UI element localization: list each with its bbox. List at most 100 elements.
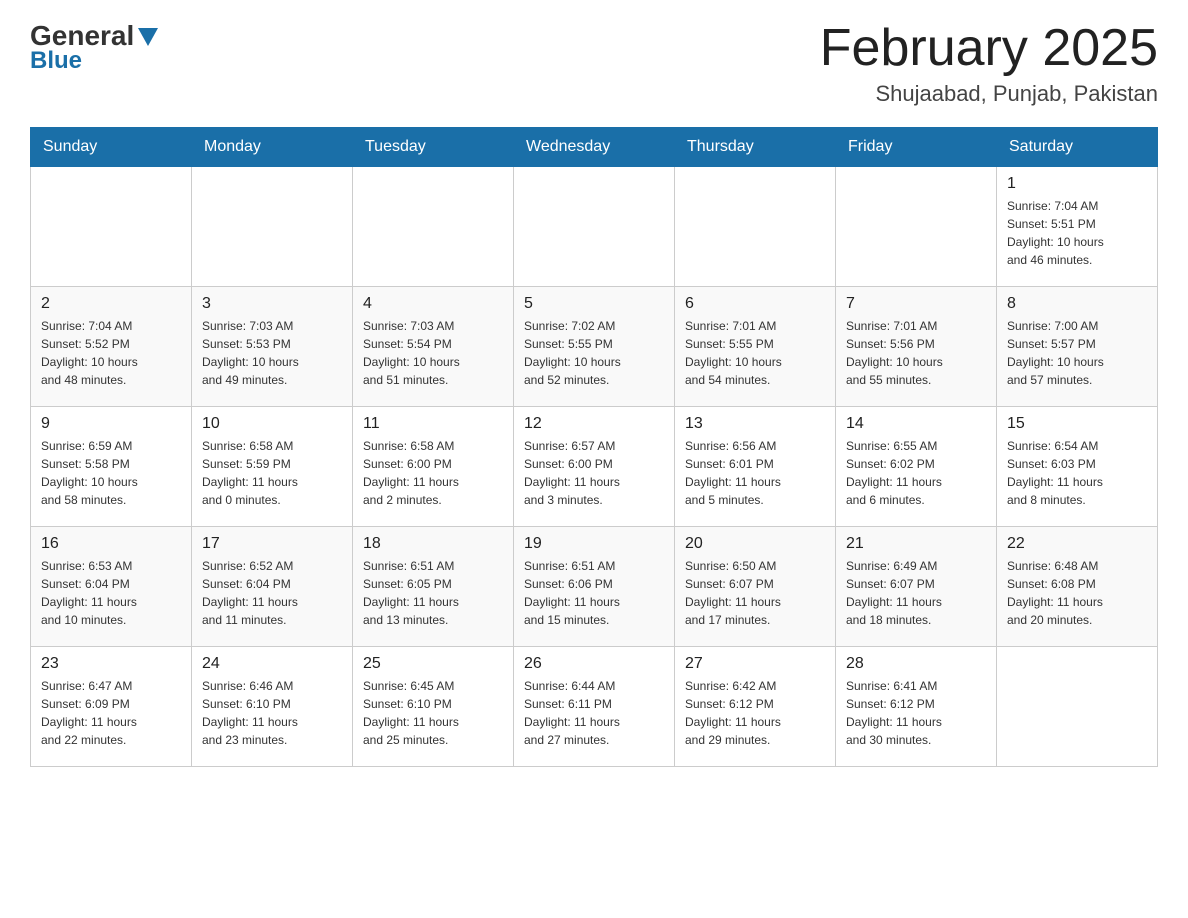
day-number: 3	[202, 295, 342, 313]
day-info: Sunrise: 6:58 AMSunset: 6:00 PMDaylight:…	[363, 437, 503, 509]
day-number: 6	[685, 295, 825, 313]
calendar-cell: 6 Sunrise: 7:01 AMSunset: 5:55 PMDaylight…	[675, 287, 836, 407]
calendar-cell: 20 Sunrise: 6:50 AMSunset: 6:07 PMDayligh…	[675, 527, 836, 647]
day-number: 13	[685, 415, 825, 433]
calendar-cell	[353, 167, 514, 287]
day-number: 24	[202, 655, 342, 673]
day-number: 7	[846, 295, 986, 313]
day-number: 17	[202, 535, 342, 553]
calendar-cell: 13 Sunrise: 6:56 AMSunset: 6:01 PMDayligh…	[675, 407, 836, 527]
logo: General Blue	[30, 20, 158, 75]
calendar-cell: 14 Sunrise: 6:55 AMSunset: 6:02 PMDayligh…	[836, 407, 997, 527]
calendar-cell: 9Sunrise: 6:59 AMSunset: 5:58 PMDaylight…	[31, 407, 192, 527]
calendar-cell: 21 Sunrise: 6:49 AMSunset: 6:07 PMDayligh…	[836, 527, 997, 647]
day-info: Sunrise: 6:55 AMSunset: 6:02 PMDaylight:…	[846, 437, 986, 509]
day-number: 10	[202, 415, 342, 433]
day-info: Sunrise: 6:56 AMSunset: 6:01 PMDaylight:…	[685, 437, 825, 509]
day-info: Sunrise: 6:42 AMSunset: 6:12 PMDaylight:…	[685, 677, 825, 749]
calendar-cell: 22Sunrise: 6:48 AMSunset: 6:08 PMDayligh…	[997, 527, 1158, 647]
logo-arrow-icon	[138, 28, 158, 46]
calendar-cell: 2 Sunrise: 7:04 AMSunset: 5:52 PMDaylight…	[31, 287, 192, 407]
calendar-cell: 7Sunrise: 7:01 AMSunset: 5:56 PMDaylight…	[836, 287, 997, 407]
day-number: 26	[524, 655, 664, 673]
day-info: Sunrise: 7:03 AMSunset: 5:53 PMDaylight:…	[202, 317, 342, 389]
day-number: 22	[1007, 535, 1147, 553]
day-info: Sunrise: 6:51 AMSunset: 6:05 PMDaylight:…	[363, 557, 503, 629]
calendar-cell: 19 Sunrise: 6:51 AMSunset: 6:06 PMDayligh…	[514, 527, 675, 647]
calendar-table: SundayMondayTuesdayWednesdayThursdayFrid…	[30, 127, 1158, 767]
weekday-header-friday: Friday	[836, 128, 997, 167]
calendar-week-row: 23Sunrise: 6:47 AMSunset: 6:09 PMDayligh…	[31, 647, 1158, 767]
calendar-cell: 26 Sunrise: 6:44 AMSunset: 6:11 PMDayligh…	[514, 647, 675, 767]
day-info: Sunrise: 7:03 AMSunset: 5:54 PMDaylight:…	[363, 317, 503, 389]
day-number: 16	[41, 535, 181, 553]
weekday-header-monday: Monday	[192, 128, 353, 167]
day-info: Sunrise: 6:54 AMSunset: 6:03 PMDaylight:…	[1007, 437, 1147, 509]
day-info: Sunrise: 7:00 AMSunset: 5:57 PMDaylight:…	[1007, 317, 1147, 389]
calendar-cell: 28 Sunrise: 6:41 AMSunset: 6:12 PMDayligh…	[836, 647, 997, 767]
calendar-cell: 17Sunrise: 6:52 AMSunset: 6:04 PMDayligh…	[192, 527, 353, 647]
calendar-cell: 25Sunrise: 6:45 AMSunset: 6:10 PMDayligh…	[353, 647, 514, 767]
calendar-cell	[31, 167, 192, 287]
calendar-week-row: 1Sunrise: 7:04 AMSunset: 5:51 PMDaylight…	[31, 167, 1158, 287]
day-number: 14	[846, 415, 986, 433]
day-info: Sunrise: 7:04 AMSunset: 5:52 PMDaylight:…	[41, 317, 181, 389]
calendar-week-row: 2 Sunrise: 7:04 AMSunset: 5:52 PMDaylight…	[31, 287, 1158, 407]
title-section: February 2025 Shujaabad, Punjab, Pakista…	[820, 20, 1158, 107]
calendar-cell: 10 Sunrise: 6:58 AMSunset: 5:59 PMDayligh…	[192, 407, 353, 527]
day-info: Sunrise: 6:47 AMSunset: 6:09 PMDaylight:…	[41, 677, 181, 749]
calendar-title: February 2025	[820, 20, 1158, 77]
calendar-cell	[675, 167, 836, 287]
day-info: Sunrise: 6:59 AMSunset: 5:58 PMDaylight:…	[41, 437, 181, 509]
day-number: 1	[1007, 175, 1147, 193]
calendar-cell: 24 Sunrise: 6:46 AMSunset: 6:10 PMDayligh…	[192, 647, 353, 767]
day-number: 20	[685, 535, 825, 553]
calendar-cell: 8Sunrise: 7:00 AMSunset: 5:57 PMDaylight…	[997, 287, 1158, 407]
calendar-subtitle: Shujaabad, Punjab, Pakistan	[820, 81, 1158, 107]
calendar-cell: 4 Sunrise: 7:03 AMSunset: 5:54 PMDaylight…	[353, 287, 514, 407]
day-info: Sunrise: 6:41 AMSunset: 6:12 PMDaylight:…	[846, 677, 986, 749]
calendar-week-row: 9Sunrise: 6:59 AMSunset: 5:58 PMDaylight…	[31, 407, 1158, 527]
day-info: Sunrise: 7:01 AMSunset: 5:55 PMDaylight:…	[685, 317, 825, 389]
weekday-header-row: SundayMondayTuesdayWednesdayThursdayFrid…	[31, 128, 1158, 167]
day-number: 2	[41, 295, 181, 313]
day-info: Sunrise: 6:46 AMSunset: 6:10 PMDaylight:…	[202, 677, 342, 749]
day-info: Sunrise: 6:58 AMSunset: 5:59 PMDaylight:…	[202, 437, 342, 509]
calendar-cell	[514, 167, 675, 287]
day-info: Sunrise: 6:50 AMSunset: 6:07 PMDaylight:…	[685, 557, 825, 629]
calendar-cell: 12 Sunrise: 6:57 AMSunset: 6:00 PMDayligh…	[514, 407, 675, 527]
calendar-cell: 27Sunrise: 6:42 AMSunset: 6:12 PMDayligh…	[675, 647, 836, 767]
day-number: 18	[363, 535, 503, 553]
day-info: Sunrise: 6:44 AMSunset: 6:11 PMDaylight:…	[524, 677, 664, 749]
day-number: 28	[846, 655, 986, 673]
day-info: Sunrise: 6:51 AMSunset: 6:06 PMDaylight:…	[524, 557, 664, 629]
page-header: General Blue February 2025 Shujaabad, Pu…	[30, 20, 1158, 107]
calendar-cell: 15 Sunrise: 6:54 AMSunset: 6:03 PMDayligh…	[997, 407, 1158, 527]
day-info: Sunrise: 6:45 AMSunset: 6:10 PMDaylight:…	[363, 677, 503, 749]
calendar-cell: 16Sunrise: 6:53 AMSunset: 6:04 PMDayligh…	[31, 527, 192, 647]
logo-blue-text: Blue	[30, 47, 82, 75]
day-number: 15	[1007, 415, 1147, 433]
day-info: Sunrise: 7:02 AMSunset: 5:55 PMDaylight:…	[524, 317, 664, 389]
calendar-cell	[836, 167, 997, 287]
weekday-header-thursday: Thursday	[675, 128, 836, 167]
weekday-header-sunday: Sunday	[31, 128, 192, 167]
calendar-cell	[997, 647, 1158, 767]
day-number: 5	[524, 295, 664, 313]
calendar-header: SundayMondayTuesdayWednesdayThursdayFrid…	[31, 128, 1158, 167]
day-number: 12	[524, 415, 664, 433]
day-info: Sunrise: 6:57 AMSunset: 6:00 PMDaylight:…	[524, 437, 664, 509]
calendar-cell: 1Sunrise: 7:04 AMSunset: 5:51 PMDaylight…	[997, 167, 1158, 287]
calendar-cell: 18 Sunrise: 6:51 AMSunset: 6:05 PMDayligh…	[353, 527, 514, 647]
calendar-cell: 11Sunrise: 6:58 AMSunset: 6:00 PMDayligh…	[353, 407, 514, 527]
weekday-header-saturday: Saturday	[997, 128, 1158, 167]
day-number: 4	[363, 295, 503, 313]
day-info: Sunrise: 6:49 AMSunset: 6:07 PMDaylight:…	[846, 557, 986, 629]
weekday-header-tuesday: Tuesday	[353, 128, 514, 167]
calendar-week-row: 16Sunrise: 6:53 AMSunset: 6:04 PMDayligh…	[31, 527, 1158, 647]
calendar-cell: 5 Sunrise: 7:02 AMSunset: 5:55 PMDaylight…	[514, 287, 675, 407]
day-number: 21	[846, 535, 986, 553]
calendar-cell: 23Sunrise: 6:47 AMSunset: 6:09 PMDayligh…	[31, 647, 192, 767]
weekday-header-wednesday: Wednesday	[514, 128, 675, 167]
day-number: 19	[524, 535, 664, 553]
